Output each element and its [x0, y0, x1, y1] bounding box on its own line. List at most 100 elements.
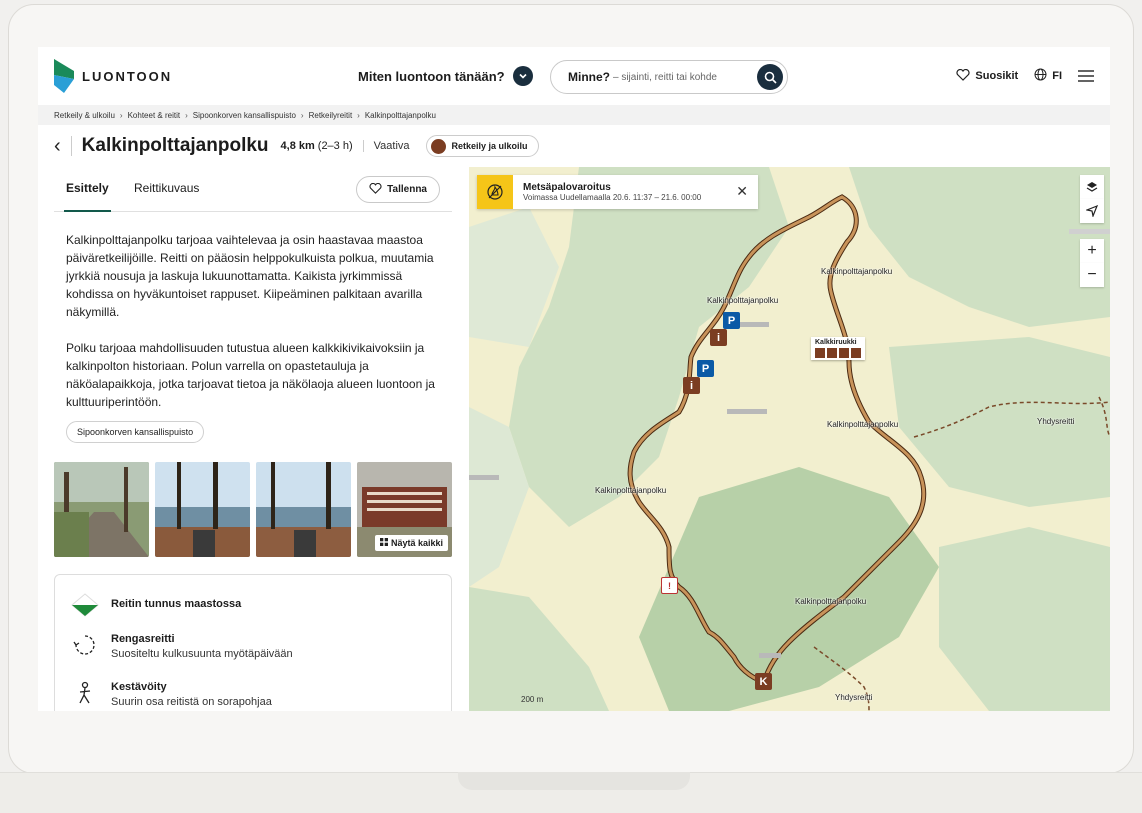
gallery-photo[interactable]: Näytä kaikki	[357, 462, 452, 557]
map-route-label: Kalkinpolttajanpolku	[595, 486, 667, 495]
toilet-icon	[851, 348, 861, 358]
browser-screen: LUONTOON Miten luontoon tänään? Minne? –…	[38, 47, 1110, 711]
walker-icon	[71, 681, 99, 705]
layers-icon[interactable]	[1080, 175, 1104, 199]
back-arrow-icon[interactable]: ‹	[54, 135, 61, 158]
gallery-photo[interactable]	[155, 462, 250, 557]
photo-gallery: Näytä kaikki	[54, 462, 454, 557]
fireplace-icon	[827, 348, 837, 358]
chevron-right-icon: ›	[357, 110, 360, 120]
map-scale: 200 m	[521, 695, 544, 704]
map-route-label: Kalkinpolttajanpolku	[795, 597, 867, 606]
surface-title: Kestävöity	[111, 681, 167, 693]
zoom-out-button[interactable]: −	[1080, 263, 1104, 287]
warning-title: Metsäpalovaroitus	[523, 182, 611, 193]
poi-kalkkiruukki[interactable]: Kalkkiruukki	[811, 337, 865, 360]
shelter-icon	[815, 348, 825, 358]
chevron-right-icon: ›	[300, 110, 304, 120]
loop-title: Rengasreitti	[111, 633, 175, 645]
mood-selector[interactable]: Miten luontoon tänään?	[358, 66, 533, 86]
favorites-link[interactable]: Suosikit	[956, 68, 1019, 84]
chevron-down-icon[interactable]	[512, 66, 533, 86]
header-actions: Suosikit FI	[956, 68, 1094, 84]
loop-arrow-icon	[71, 633, 99, 657]
zoom-in-button[interactable]: +	[1080, 239, 1104, 263]
show-all-photos-button[interactable]: Näytä kaikki	[374, 535, 448, 551]
route-description: Kalkinpolttajanpolku tarjoaa vaihtelevaa…	[66, 231, 446, 411]
breadcrumb-item: Kalkinpolttajanpolku	[364, 110, 437, 120]
site-logo[interactable]: LUONTOON	[54, 59, 172, 93]
title-row: ‹ Kalkinpolttajanpolku 4,8 km (2–3 h) Va…	[38, 125, 1110, 167]
site-header: LUONTOON Miten luontoon tänään? Minne? –…	[38, 47, 1110, 105]
tab-route-description[interactable]: Reittikuvaus	[134, 181, 199, 195]
chevron-right-icon: ›	[119, 110, 123, 120]
logo-text: LUONTOON	[82, 68, 173, 84]
tab-bar: Esittely Reittikuvaus Tallenna	[54, 167, 452, 212]
breadcrumb-item[interactable]: Kohteet & reitit	[128, 111, 180, 120]
heart-icon	[956, 68, 971, 84]
map-canvas	[469, 167, 1110, 711]
info-row-surface: Kestävöity Suurin osa reitistä on sorapo…	[71, 681, 272, 708]
info-row-loop: Rengasreitti Suositeltu kulkusuunta myöt…	[71, 633, 293, 660]
grid-icon	[379, 538, 388, 548]
surface-subtitle: Suurin osa reitistä on sorapohjaa	[111, 696, 272, 708]
marker-title: Reitin tunnus maastossa	[111, 598, 242, 610]
globe-icon	[1034, 68, 1047, 84]
poi-service-icons	[815, 348, 861, 358]
trailhead-marker-icon[interactable]: K	[755, 673, 772, 690]
warning-subtitle: Voimassa Uudellamaalla 20.6. 11:37 – 21.…	[523, 193, 702, 202]
breadcrumb-item[interactable]: Retkeily & ulkoilu	[54, 111, 115, 120]
viewpoint-marker-icon[interactable]: !	[661, 577, 678, 594]
heart-icon	[369, 182, 382, 197]
description-paragraph: Polku tarjoaa mahdollisuuden tutustua al…	[66, 341, 435, 409]
park-link-chip[interactable]: Sipoonkorven kansallispuisto	[66, 421, 205, 443]
tent-icon	[839, 348, 849, 358]
info-marker-icon[interactable]: i	[683, 377, 700, 394]
loop-subtitle: Suositeltu kulkusuunta myötäpäivään	[111, 648, 293, 660]
locate-icon[interactable]	[1080, 199, 1104, 223]
info-row-marker: Reitin tunnus maastossa	[71, 593, 241, 617]
search-placeholder: – sijainti, reitti tai kohde	[613, 71, 717, 83]
category-tag[interactable]: Retkeily ja ulkoilu	[425, 135, 539, 157]
breadcrumb-item[interactable]: Retkeilyreitit	[309, 111, 353, 120]
save-label: Tallenna	[387, 184, 427, 195]
search-field[interactable]: Minne? – sijainti, reitti tai kohde	[550, 60, 788, 94]
map-route-label: Kalkinpolttajanpolku	[827, 420, 899, 429]
divider	[70, 136, 72, 156]
laptop-notch	[458, 772, 690, 790]
map-trail-label: Yhdysreitti	[835, 693, 873, 702]
show-all-label: Näytä kaikki	[390, 538, 443, 548]
parking-marker-icon[interactable]: P	[697, 360, 714, 377]
category-label: Retkeily ja ulkoilu	[451, 141, 528, 151]
logo-icon	[54, 59, 74, 93]
hiking-icon	[430, 138, 446, 154]
chevron-right-icon: ›	[185, 110, 188, 120]
route-info-card: Reitin tunnus maastossa Rengasreitti Suo…	[54, 574, 452, 711]
tab-introduction[interactable]: Esittely	[64, 181, 111, 212]
poi-name: Kalkkiruukki	[815, 339, 857, 346]
breadcrumb-item[interactable]: Sipoonkorven kansallispuisto	[193, 111, 296, 120]
trail-marker-icon	[71, 593, 99, 617]
route-distance: 4,8 km	[280, 140, 315, 152]
search-icon[interactable]	[757, 64, 783, 90]
gallery-photo[interactable]	[256, 462, 351, 557]
close-icon[interactable]: ✕	[736, 183, 748, 200]
fire-warning-icon	[477, 175, 513, 209]
favorites-label: Suosikit	[975, 70, 1019, 82]
page-title: Kalkinpolttajanpolku	[81, 135, 269, 156]
search-label: Minne?	[568, 70, 610, 84]
map-trail-label: Yhdysreitti	[1037, 417, 1075, 426]
language-selector[interactable]: FI	[1034, 68, 1062, 84]
parking-marker-icon[interactable]: P	[723, 312, 740, 329]
info-marker-icon[interactable]: i	[710, 329, 727, 346]
language-label: FI	[1052, 70, 1062, 82]
route-map[interactable]: Metsäpalovaroitus Voimassa Uudellamaalla…	[469, 167, 1110, 711]
breadcrumb: Retkeily & ulkoilu › Kohteet & reitit › …	[38, 105, 1110, 125]
menu-icon[interactable]	[1078, 70, 1094, 82]
route-duration: (2–3 h)	[317, 140, 353, 152]
mood-label: Miten luontoon tänään?	[358, 68, 505, 84]
gallery-photo[interactable]	[54, 462, 149, 557]
save-button[interactable]: Tallenna	[356, 176, 440, 203]
route-difficulty: Vaativa	[362, 140, 410, 152]
info-panel: Esittely Reittikuvaus Tallenna Kalkinpol…	[38, 167, 454, 711]
